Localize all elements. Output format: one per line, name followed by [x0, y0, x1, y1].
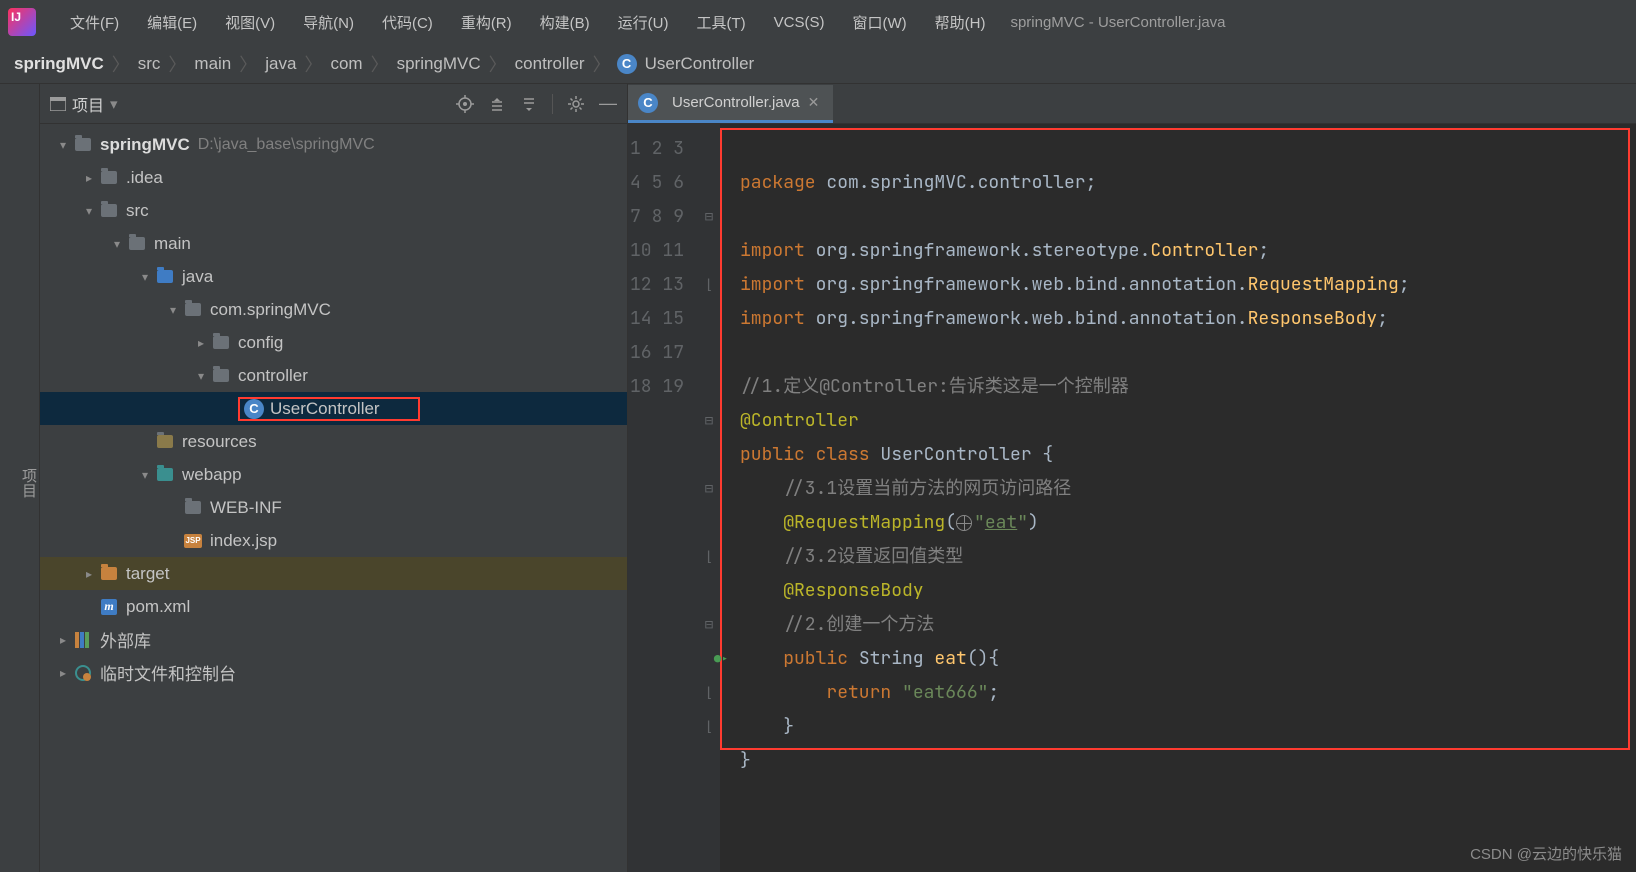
tree-pom[interactable]: m pom.xml — [40, 590, 627, 623]
breadcrumb: springMVC〉 src〉 main〉 java〉 com〉 springM… — [0, 44, 1636, 84]
project-header: 项目 ▾ — — [40, 84, 627, 124]
collapse-all-icon[interactable] — [520, 95, 538, 113]
menu-vcs[interactable]: VCS(S) — [760, 10, 839, 35]
menu-file[interactable]: 文件(F) — [56, 8, 133, 37]
tree-usercontroller[interactable]: C UserController — [40, 392, 627, 425]
crumb-src[interactable]: src — [136, 52, 163, 76]
project-view-icon — [50, 97, 66, 111]
editor-tabs: C UserController.java ✕ — [628, 84, 1636, 124]
globe-icon — [956, 515, 972, 531]
crumb-java[interactable]: java — [263, 52, 298, 76]
menu-tools[interactable]: 工具(T) — [682, 8, 759, 37]
line-numbers: 1 2 3 4 5 6 7 8 9 10 11 12 13 14 15 16 1… — [628, 124, 698, 872]
tree-main[interactable]: ▾ main — [40, 227, 627, 260]
class-icon: C — [244, 399, 264, 419]
watermark: CSDN @云边的快乐猫 — [1470, 843, 1622, 864]
run-gutter-icon[interactable]: ●▸ — [714, 642, 728, 676]
project-tree[interactable]: ▾ springMVC D:\java_base\springMVC ▸ .id… — [40, 124, 627, 689]
menu-edit[interactable]: 编辑(E) — [133, 8, 211, 37]
menu-bar: 文件(F) 编辑(E) 视图(V) 导航(N) 代码(C) 重构(R) 构建(B… — [0, 0, 1636, 44]
hide-icon[interactable]: — — [599, 95, 617, 113]
close-icon[interactable]: ✕ — [808, 94, 820, 111]
crumb-class[interactable]: UserController — [643, 52, 757, 76]
tree-src[interactable]: ▾ src — [40, 194, 627, 227]
crumb-controller[interactable]: controller — [513, 52, 587, 76]
class-icon: C — [617, 54, 637, 74]
tree-webinf[interactable]: WEB-INF — [40, 491, 627, 524]
tree-package[interactable]: ▾ com.springMVC — [40, 293, 627, 326]
tree-webapp[interactable]: ▾ webapp — [40, 458, 627, 491]
crumb-com[interactable]: com — [328, 52, 364, 76]
tree-root[interactable]: ▾ springMVC D:\java_base\springMVC — [40, 128, 627, 161]
menu-navigate[interactable]: 导航(N) — [289, 8, 368, 37]
crumb-project[interactable]: springMVC — [12, 52, 106, 76]
tree-indexjsp[interactable]: JSP index.jsp — [40, 524, 627, 557]
tree-idea[interactable]: ▸ .idea — [40, 161, 627, 194]
crumb-pkg[interactable]: springMVC — [395, 52, 483, 76]
tree-scratches[interactable]: ▸ 临时文件和控制台 — [40, 656, 627, 689]
tree-target[interactable]: ▸ target — [40, 557, 627, 590]
locate-icon[interactable] — [456, 95, 474, 113]
project-title: 项目 — [72, 92, 104, 116]
menu-code[interactable]: 代码(C) — [368, 8, 447, 37]
menu-build[interactable]: 构建(B) — [526, 8, 604, 37]
editor-tab-usercontroller[interactable]: C UserController.java ✕ — [628, 85, 833, 123]
dropdown-icon[interactable]: ▾ — [110, 95, 118, 113]
menu-help[interactable]: 帮助(H) — [921, 8, 1000, 37]
menu-run[interactable]: 运行(U) — [604, 8, 683, 37]
tab-label: UserController.java — [672, 94, 800, 111]
settings-icon[interactable] — [567, 95, 585, 113]
tree-java[interactable]: ▾ java — [40, 260, 627, 293]
crumb-main[interactable]: main — [192, 52, 233, 76]
editor: C UserController.java ✕ 1 2 3 4 5 6 7 8 … — [628, 84, 1636, 872]
expand-all-icon[interactable] — [488, 95, 506, 113]
tool-window-stripe[interactable]: 项目 — [0, 84, 40, 872]
code-area[interactable]: package com.springMVC.controller; import… — [720, 124, 1636, 872]
menu-view[interactable]: 视图(V) — [211, 8, 289, 37]
tree-config[interactable]: ▸ config — [40, 326, 627, 359]
menu-refactor[interactable]: 重构(R) — [447, 8, 526, 37]
tree-resources[interactable]: resources — [40, 425, 627, 458]
project-tool-window: 项目 ▾ — ▾ springMVC D:\java_base\springMV… — [40, 84, 628, 872]
tree-external-libs[interactable]: ▸ 外部库 — [40, 623, 627, 656]
tree-controller[interactable]: ▾ controller — [40, 359, 627, 392]
fold-gutter[interactable]: ⊟ ⌊ ⊟ ⊟ ⌊ ⊟ ⌊ ⌊ — [698, 124, 720, 872]
app-icon — [8, 8, 36, 36]
class-icon: C — [638, 93, 658, 113]
menu-window[interactable]: 窗口(W) — [838, 8, 920, 37]
